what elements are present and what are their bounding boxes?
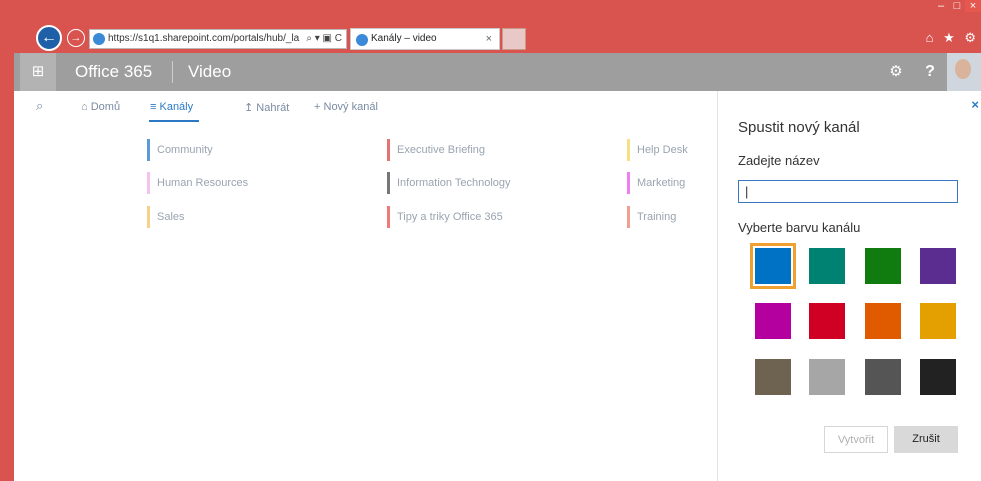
color-swatch-teal[interactable] (809, 248, 845, 284)
color-swatch-blue[interactable] (750, 243, 796, 289)
back-button[interactable]: ← (36, 25, 62, 51)
channel-color-bar (147, 139, 150, 161)
app-launcher-icon[interactable]: ⊞ (20, 53, 56, 91)
nav-new-channel-label: Nový kanál (323, 101, 378, 113)
nav-home-label: Domů (90, 101, 121, 113)
cancel-button[interactable]: Zrušit (894, 426, 958, 453)
tab-ie-icon (356, 34, 368, 46)
address-url: https://s1q1.sharepoint.com/portals/hub/… (108, 33, 300, 44)
channel-name: Human Resources (157, 177, 249, 189)
tab-title: Kanály – video (371, 33, 437, 44)
app-title[interactable]: Video (188, 53, 231, 91)
video-toolbar: ⌕ ⌂ Domů ≡ Kanály ↥ Nahrát + Nový kanál (14, 91, 717, 125)
address-tools[interactable]: ⌕ ▾ ▣ C (306, 30, 342, 48)
channel-color-bar (627, 206, 630, 228)
forward-button[interactable]: → (67, 29, 85, 47)
channel-name: Tipy a triky Office 365 (397, 211, 503, 223)
color-label: Vyberte barvu kanálu (738, 220, 861, 235)
new-tab-button[interactable] (502, 28, 526, 50)
channel-color-bar (387, 206, 390, 228)
color-swatch-brown[interactable] (755, 359, 791, 395)
settings-gear-icon[interactable]: ⚙ (879, 53, 913, 91)
browser-toolbar-icons[interactable]: ⌂ ★ ⚙ (926, 30, 979, 46)
name-label: Zadejte název (738, 153, 820, 168)
address-bar[interactable]: https://s1q1.sharepoint.com/portals/hub/… (89, 29, 347, 49)
channel-name: Community (157, 144, 213, 156)
o365-navbar: ⊞ Office 365 Video ⚙ ? (14, 53, 981, 91)
brand-title[interactable]: Office 365 (75, 53, 152, 91)
main-content: ⌕ ⌂ Domů ≡ Kanály ↥ Nahrát + Nový kanál … (14, 91, 717, 481)
channel-item[interactable]: Sales (147, 206, 185, 228)
channel-color-bar (627, 139, 630, 161)
browser-tab[interactable]: Kanály – video × (350, 28, 500, 50)
channel-name-input[interactable] (738, 180, 958, 203)
search-icon[interactable]: ⌕ (36, 98, 43, 114)
channel-item[interactable]: Help Desk (627, 139, 688, 161)
browser-chrome: ← → https://s1q1.sharepoint.com/portals/… (14, 0, 981, 53)
nav-upload-label: Nahrát (256, 102, 290, 114)
new-channel-panel: × Spustit nový kanál Zadejte název Vyber… (717, 91, 981, 481)
channel-item[interactable]: Community (147, 139, 213, 161)
nav-channels-label: Kanály (159, 101, 194, 113)
color-swatch-green[interactable] (865, 248, 901, 284)
close-panel-icon[interactable]: × (971, 97, 979, 112)
channel-item[interactable]: Training (627, 206, 676, 228)
plus-icon: + (314, 101, 321, 113)
nav-upload[interactable]: ↥ Nahrát (244, 101, 289, 114)
home-icon: ⌂ (81, 101, 88, 113)
ie-icon (93, 33, 105, 45)
channel-item[interactable]: Tipy a triky Office 365 (387, 206, 503, 228)
color-swatch-magenta[interactable] (755, 303, 791, 339)
channel-item[interactable]: Marketing (627, 172, 685, 194)
color-swatch-red[interactable] (809, 303, 845, 339)
upload-icon: ↥ (244, 102, 254, 114)
channel-name: Help Desk (637, 144, 688, 156)
help-icon[interactable]: ? (913, 53, 947, 91)
channel-item[interactable]: Executive Briefing (387, 139, 485, 161)
channel-name: Training (637, 211, 677, 223)
navbar-divider (172, 61, 173, 83)
user-avatar[interactable] (947, 53, 981, 91)
maximize-icon[interactable]: □ (949, 0, 965, 12)
tab-close-icon[interactable]: × (486, 29, 492, 49)
close-window-icon[interactable]: × (965, 0, 981, 12)
create-button[interactable]: Vytvořit (824, 426, 888, 453)
nav-home[interactable]: ⌂ Domů (81, 101, 120, 113)
channel-name: Executive Briefing (397, 144, 486, 156)
color-swatch-purple[interactable] (920, 248, 956, 284)
channel-item[interactable]: Human Resources (147, 172, 248, 194)
panel-title: Spustit nový kanál (738, 119, 860, 136)
minimize-icon[interactable]: – (933, 0, 949, 12)
active-tab-underline (149, 120, 199, 122)
channel-name: Sales (157, 211, 185, 223)
channel-color-bar (627, 172, 630, 194)
channel-item[interactable]: Information Technology (387, 172, 511, 194)
color-swatch-dark-gray[interactable] (865, 359, 901, 395)
channel-color-bar (147, 172, 150, 194)
nav-channels[interactable]: ≡ Kanály (150, 101, 193, 113)
channel-color-bar (387, 139, 390, 161)
color-swatch-orange[interactable] (865, 303, 901, 339)
channel-color-bar (387, 172, 390, 194)
channel-name: Information Technology (397, 177, 511, 189)
list-icon: ≡ (150, 101, 157, 113)
color-swatch-light-gray[interactable] (809, 359, 845, 395)
channel-color-bar (147, 206, 150, 228)
color-swatch-black[interactable] (920, 359, 956, 395)
channel-name: Marketing (637, 177, 686, 189)
color-swatch-gold[interactable] (920, 303, 956, 339)
nav-new-channel[interactable]: + Nový kanál (314, 101, 378, 113)
window-controls: – □ × (933, 0, 981, 22)
